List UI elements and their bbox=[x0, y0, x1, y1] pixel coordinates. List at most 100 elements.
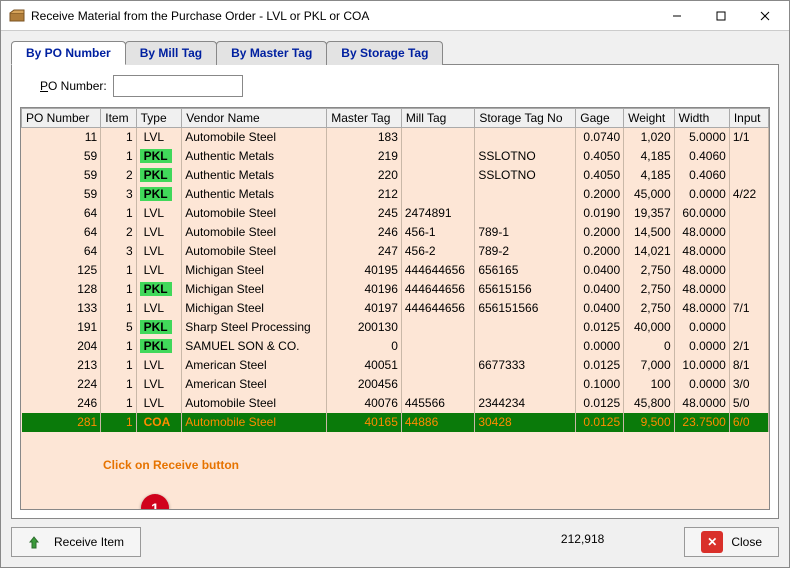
close-label: Close bbox=[731, 535, 762, 549]
cell: 2,750 bbox=[624, 261, 675, 280]
cell bbox=[475, 204, 576, 223]
cell: LVL bbox=[136, 204, 182, 223]
col-header[interactable]: PO Number bbox=[22, 109, 101, 128]
col-header[interactable]: Gage bbox=[576, 109, 624, 128]
col-header[interactable]: Item bbox=[101, 109, 136, 128]
cell: 247 bbox=[327, 242, 402, 261]
cell bbox=[729, 204, 768, 223]
cell: 128 bbox=[22, 280, 101, 299]
cell: 200456 bbox=[327, 375, 402, 394]
col-header[interactable]: Input bbox=[729, 109, 768, 128]
cell: 3/0 bbox=[729, 375, 768, 394]
table-row[interactable]: 591PKLAuthentic Metals219SSLOTNO0.40504,… bbox=[22, 147, 769, 166]
receive-item-label: Receive Item bbox=[54, 535, 124, 549]
tab-by-master-tag[interactable]: By Master Tag bbox=[216, 41, 327, 65]
cell: 0.0740 bbox=[576, 128, 624, 147]
cell: 212 bbox=[327, 185, 402, 204]
table-row[interactable]: 2241LVLAmerican Steel2004560.10001000.00… bbox=[22, 375, 769, 394]
cell: 2 bbox=[101, 223, 136, 242]
cell: 2 bbox=[101, 166, 136, 185]
table-row[interactable]: 593PKLAuthentic Metals2120.200045,0000.0… bbox=[22, 185, 769, 204]
po-table: PO NumberItemTypeVendor NameMaster TagMi… bbox=[21, 108, 769, 432]
cell: 11 bbox=[22, 128, 101, 147]
cell: Authentic Metals bbox=[182, 166, 327, 185]
window-title: Receive Material from the Purchase Order… bbox=[31, 9, 655, 23]
col-header[interactable]: Mill Tag bbox=[401, 109, 474, 128]
cell: 7,000 bbox=[624, 356, 675, 375]
table-row[interactable]: 592PKLAuthentic Metals220SSLOTNO0.40504,… bbox=[22, 166, 769, 185]
cell: PKL bbox=[136, 185, 182, 204]
cell: 1/1 bbox=[729, 128, 768, 147]
cell: 219 bbox=[327, 147, 402, 166]
tab-by-po-number[interactable]: By PO Number bbox=[11, 41, 126, 65]
cell: 0.2000 bbox=[576, 223, 624, 242]
cell: SSLOTNO bbox=[475, 166, 576, 185]
maximize-button[interactable] bbox=[699, 2, 743, 30]
cell bbox=[401, 185, 474, 204]
cell: Automobile Steel bbox=[182, 223, 327, 242]
cell: LVL bbox=[136, 375, 182, 394]
cell: 48.0000 bbox=[674, 223, 729, 242]
cell: 48.0000 bbox=[674, 242, 729, 261]
table-row[interactable]: 2461LVLAutomobile Steel40076445566234423… bbox=[22, 394, 769, 413]
cell: 40197 bbox=[327, 299, 402, 318]
col-header[interactable]: Type bbox=[136, 109, 182, 128]
cell: 0 bbox=[624, 337, 675, 356]
cell: 220 bbox=[327, 166, 402, 185]
table-row[interactable]: 2811COAAutomobile Steel4016544886304280.… bbox=[22, 413, 769, 432]
tab-by-storage-tag[interactable]: By Storage Tag bbox=[326, 41, 443, 65]
table-row[interactable]: 1915PKLSharp Steel Processing2001300.012… bbox=[22, 318, 769, 337]
receive-icon bbox=[28, 533, 46, 551]
col-header[interactable]: Vendor Name bbox=[182, 109, 327, 128]
table-row[interactable]: 1281PKLMichigan Steel4019644464465665615… bbox=[22, 280, 769, 299]
tab-panel: PO Number: PO NumberItemTypeVendor NameM… bbox=[11, 64, 779, 519]
cell: 444644656 bbox=[401, 280, 474, 299]
total-weight: 212,918 bbox=[561, 532, 604, 552]
cell: 59 bbox=[22, 185, 101, 204]
table-row[interactable]: 1251LVLMichigan Steel4019544464465665616… bbox=[22, 261, 769, 280]
cell: 213 bbox=[22, 356, 101, 375]
cell bbox=[729, 166, 768, 185]
cell: 183 bbox=[327, 128, 402, 147]
cell: PKL bbox=[136, 318, 182, 337]
cell: PKL bbox=[136, 147, 182, 166]
cell: 0.0000 bbox=[674, 185, 729, 204]
cell: 0.0000 bbox=[674, 318, 729, 337]
cell: 64 bbox=[22, 204, 101, 223]
cell: Automobile Steel bbox=[182, 242, 327, 261]
col-header[interactable]: Storage Tag No bbox=[475, 109, 576, 128]
cell: PKL bbox=[136, 337, 182, 356]
cell: 1 bbox=[101, 128, 136, 147]
tab-by-mill-tag[interactable]: By Mill Tag bbox=[125, 41, 217, 65]
minimize-button[interactable] bbox=[655, 2, 699, 30]
cell: 59 bbox=[22, 166, 101, 185]
cell: 4,185 bbox=[624, 147, 675, 166]
table-row[interactable]: 642LVLAutomobile Steel246456-1789-10.200… bbox=[22, 223, 769, 242]
table-row[interactable]: 111LVLAutomobile Steel1830.07401,0205.00… bbox=[22, 128, 769, 147]
table-row[interactable]: 2041PKLSAMUEL SON & CO.00.000000.00002/1 bbox=[22, 337, 769, 356]
table-row[interactable]: 641LVLAutomobile Steel24524748910.019019… bbox=[22, 204, 769, 223]
cell: 40076 bbox=[327, 394, 402, 413]
po-number-input[interactable] bbox=[113, 75, 243, 97]
cell: 40195 bbox=[327, 261, 402, 280]
close-window-button[interactable] bbox=[743, 2, 787, 30]
close-icon: ✕ bbox=[701, 531, 723, 553]
cell: 4,185 bbox=[624, 166, 675, 185]
cell bbox=[401, 337, 474, 356]
cell: 59 bbox=[22, 147, 101, 166]
table-row[interactable]: 643LVLAutomobile Steel247456-2789-20.200… bbox=[22, 242, 769, 261]
receive-item-button[interactable]: Receive Item bbox=[11, 527, 141, 557]
po-grid[interactable]: PO NumberItemTypeVendor NameMaster TagMi… bbox=[20, 107, 770, 510]
table-row[interactable]: 1331LVLMichigan Steel4019744464465665615… bbox=[22, 299, 769, 318]
cell: 245 bbox=[327, 204, 402, 223]
cell: 0 bbox=[327, 337, 402, 356]
cell bbox=[401, 375, 474, 394]
col-header[interactable]: Weight bbox=[624, 109, 675, 128]
table-row[interactable]: 2131LVLAmerican Steel4005166773330.01257… bbox=[22, 356, 769, 375]
close-button[interactable]: ✕ Close bbox=[684, 527, 779, 557]
col-header[interactable]: Master Tag bbox=[327, 109, 402, 128]
cell: 40051 bbox=[327, 356, 402, 375]
cell: 48.0000 bbox=[674, 280, 729, 299]
cell: 0.0125 bbox=[576, 413, 624, 432]
col-header[interactable]: Width bbox=[674, 109, 729, 128]
